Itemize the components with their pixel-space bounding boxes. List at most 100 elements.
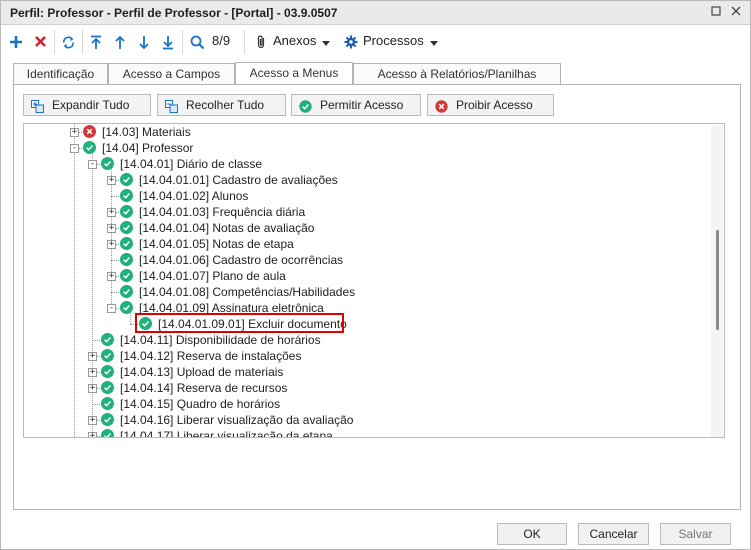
allowed-status-icon[interactable] bbox=[120, 269, 133, 282]
collapse-node-icon[interactable]: - bbox=[107, 304, 116, 313]
tree-item[interactable]: + [14.04.01.04] Notas de avaliação bbox=[24, 220, 714, 236]
tree-item-label: [14.04.16] Liberar visualização da avali… bbox=[120, 413, 354, 427]
allowed-status-icon[interactable] bbox=[101, 429, 114, 437]
tab-acesso-campos[interactable]: Acesso a Campos bbox=[108, 63, 235, 84]
record-position: 8/9 bbox=[212, 33, 231, 48]
allow-access-label: Permitir Acesso bbox=[320, 98, 404, 112]
tree-item[interactable]: + [14.04.14] Reserva de recursos bbox=[24, 380, 714, 396]
collapse-all-button[interactable]: Recolher Tudo bbox=[157, 94, 286, 116]
tree-item-label: [14.04.01] Diário de classe bbox=[120, 157, 263, 171]
title-bar: Perfil: Professor - Perfil de Professor … bbox=[1, 1, 750, 25]
toolbar-separator bbox=[244, 30, 245, 54]
allowed-status-icon[interactable] bbox=[120, 173, 133, 186]
previous-record-icon[interactable] bbox=[111, 32, 129, 52]
tree-item[interactable]: - [14.04.01.09] Assinatura eletrônica bbox=[24, 300, 714, 316]
tab-acesso-relatorios[interactable]: Acesso à Relatórios/Planilhas bbox=[353, 63, 561, 84]
tree-item[interactable]: + [14.04.17] Liberar visualização da etap… bbox=[24, 428, 714, 437]
allowed-status-icon[interactable] bbox=[120, 285, 133, 298]
tree-item[interactable]: + [14.04.12] Reserva de instalações bbox=[24, 348, 714, 364]
allowed-status-icon[interactable] bbox=[120, 221, 133, 234]
tree-item-label: [14.04.01.06] Cadastro de ocorrências bbox=[139, 253, 344, 267]
last-record-icon[interactable] bbox=[159, 32, 177, 52]
allowed-status-icon[interactable] bbox=[101, 349, 114, 362]
ok-button[interactable]: OK bbox=[497, 523, 567, 545]
tab-identificacao[interactable]: Identificação bbox=[13, 63, 108, 84]
allowed-status-icon[interactable] bbox=[101, 381, 114, 394]
tree-item-label: [14.04.01.08] Competências/Habilidades bbox=[139, 285, 356, 299]
tree-item[interactable]: + [14.04.01.01] Cadastro de avaliações bbox=[24, 172, 714, 188]
paperclip-icon[interactable] bbox=[254, 32, 268, 52]
save-button[interactable]: Salvar bbox=[660, 523, 731, 545]
search-icon[interactable] bbox=[188, 32, 206, 52]
tree-item-label: [14.04.01.07] Plano de aula bbox=[139, 269, 286, 283]
deny-circle-icon bbox=[435, 99, 448, 113]
deny-access-label: Proibir Acesso bbox=[456, 98, 533, 112]
maximize-icon[interactable] bbox=[707, 4, 725, 22]
chevron-down-icon[interactable] bbox=[429, 32, 439, 52]
expand-node-icon[interactable]: + bbox=[107, 240, 116, 249]
tree-item[interactable]: [14.04.01.02] Alunos bbox=[24, 188, 714, 204]
collapse-node-icon[interactable]: - bbox=[88, 160, 97, 169]
processes-menu[interactable]: Processos bbox=[363, 33, 424, 48]
tree-item[interactable]: + [14.04.01.03] Frequência diária bbox=[24, 204, 714, 220]
tree-item[interactable]: - [14.04.01] Diário de classe bbox=[24, 156, 714, 172]
allowed-status-icon[interactable] bbox=[120, 253, 133, 266]
cancel-button[interactable]: Cancelar bbox=[578, 523, 649, 545]
expand-all-button[interactable]: Expandir Tudo bbox=[23, 94, 151, 116]
tree-item[interactable]: [14.04.15] Quadro de horários bbox=[24, 396, 714, 412]
allowed-status-icon[interactable] bbox=[83, 141, 96, 154]
window-title: Perfil: Professor - Perfil de Professor … bbox=[10, 6, 338, 20]
tree-scrollbar-thumb[interactable] bbox=[716, 230, 719, 330]
allowed-status-icon[interactable] bbox=[101, 397, 114, 410]
tree-item-label: [14.04] Professor bbox=[102, 141, 194, 155]
attachments-menu[interactable]: Anexos bbox=[273, 33, 316, 48]
tree-item[interactable]: + [14.03] Materiais bbox=[24, 124, 714, 140]
tab-acesso-menus[interactable]: Acesso a Menus bbox=[235, 62, 353, 85]
chevron-down-icon[interactable] bbox=[321, 32, 331, 52]
tree-item-label: [14.04.01.03] Frequência diária bbox=[139, 205, 306, 219]
next-record-icon[interactable] bbox=[135, 32, 153, 52]
expand-all-icon bbox=[31, 99, 44, 113]
deny-access-button[interactable]: Proibir Acesso bbox=[427, 94, 554, 116]
collapse-node-icon[interactable]: - bbox=[70, 144, 79, 153]
first-record-icon[interactable] bbox=[87, 32, 105, 52]
tree-item-label: [14.04.01.01] Cadastro de avaliações bbox=[139, 173, 338, 187]
tree-item[interactable]: [14.04.01.06] Cadastro de ocorrências bbox=[24, 252, 714, 268]
tree-item-label: [14.04.13] Upload de materiais bbox=[120, 365, 284, 379]
add-icon[interactable] bbox=[7, 32, 25, 52]
refresh-icon[interactable] bbox=[59, 32, 77, 52]
expand-node-icon[interactable]: + bbox=[107, 272, 116, 281]
expand-node-icon[interactable]: + bbox=[107, 176, 116, 185]
tree-item[interactable]: - [14.04] Professor bbox=[24, 140, 714, 156]
tree-item[interactable]: + [14.04.16] Liberar visualização da aval… bbox=[24, 412, 714, 428]
delete-icon[interactable] bbox=[31, 32, 49, 52]
tree-item[interactable]: + [14.04.01.05] Notas de etapa bbox=[24, 236, 714, 252]
expand-node-icon[interactable]: + bbox=[70, 128, 79, 137]
close-icon[interactable] bbox=[727, 4, 745, 22]
tree-item[interactable]: [14.04.11] Disponibilidade de horários bbox=[24, 332, 714, 348]
tree-item[interactable]: [14.04.01.09.01] Excluir documento bbox=[24, 313, 714, 333]
highlight-box bbox=[135, 313, 344, 333]
allowed-status-icon[interactable] bbox=[101, 333, 114, 346]
expand-node-icon[interactable]: + bbox=[88, 432, 97, 437]
allowed-status-icon[interactable] bbox=[101, 365, 114, 378]
allowed-status-icon[interactable] bbox=[120, 205, 133, 218]
gear-icon[interactable] bbox=[343, 32, 359, 52]
expand-node-icon[interactable]: + bbox=[107, 224, 116, 233]
allowed-status-icon[interactable] bbox=[120, 301, 133, 314]
expand-node-icon[interactable]: + bbox=[88, 352, 97, 361]
allow-access-button[interactable]: Permitir Acesso bbox=[291, 94, 421, 116]
tree-item[interactable]: [14.04.01.08] Competências/Habilidades bbox=[24, 284, 714, 300]
tree-item[interactable]: + [14.04.01.07] Plano de aula bbox=[24, 268, 714, 284]
expand-node-icon[interactable]: + bbox=[107, 208, 116, 217]
allowed-status-icon[interactable] bbox=[120, 237, 133, 250]
expand-node-icon[interactable]: + bbox=[88, 368, 97, 377]
tree-item[interactable]: + [14.04.13] Upload de materiais bbox=[24, 364, 714, 380]
allowed-status-icon[interactable] bbox=[120, 189, 133, 202]
denied-status-icon[interactable] bbox=[83, 125, 96, 138]
allowed-status-icon[interactable] bbox=[101, 157, 114, 170]
expand-node-icon[interactable]: + bbox=[88, 416, 97, 425]
expand-node-icon[interactable]: + bbox=[88, 384, 97, 393]
allowed-status-icon[interactable] bbox=[101, 413, 114, 426]
toolbar: 8/9 Anexos Processos bbox=[1, 26, 750, 58]
